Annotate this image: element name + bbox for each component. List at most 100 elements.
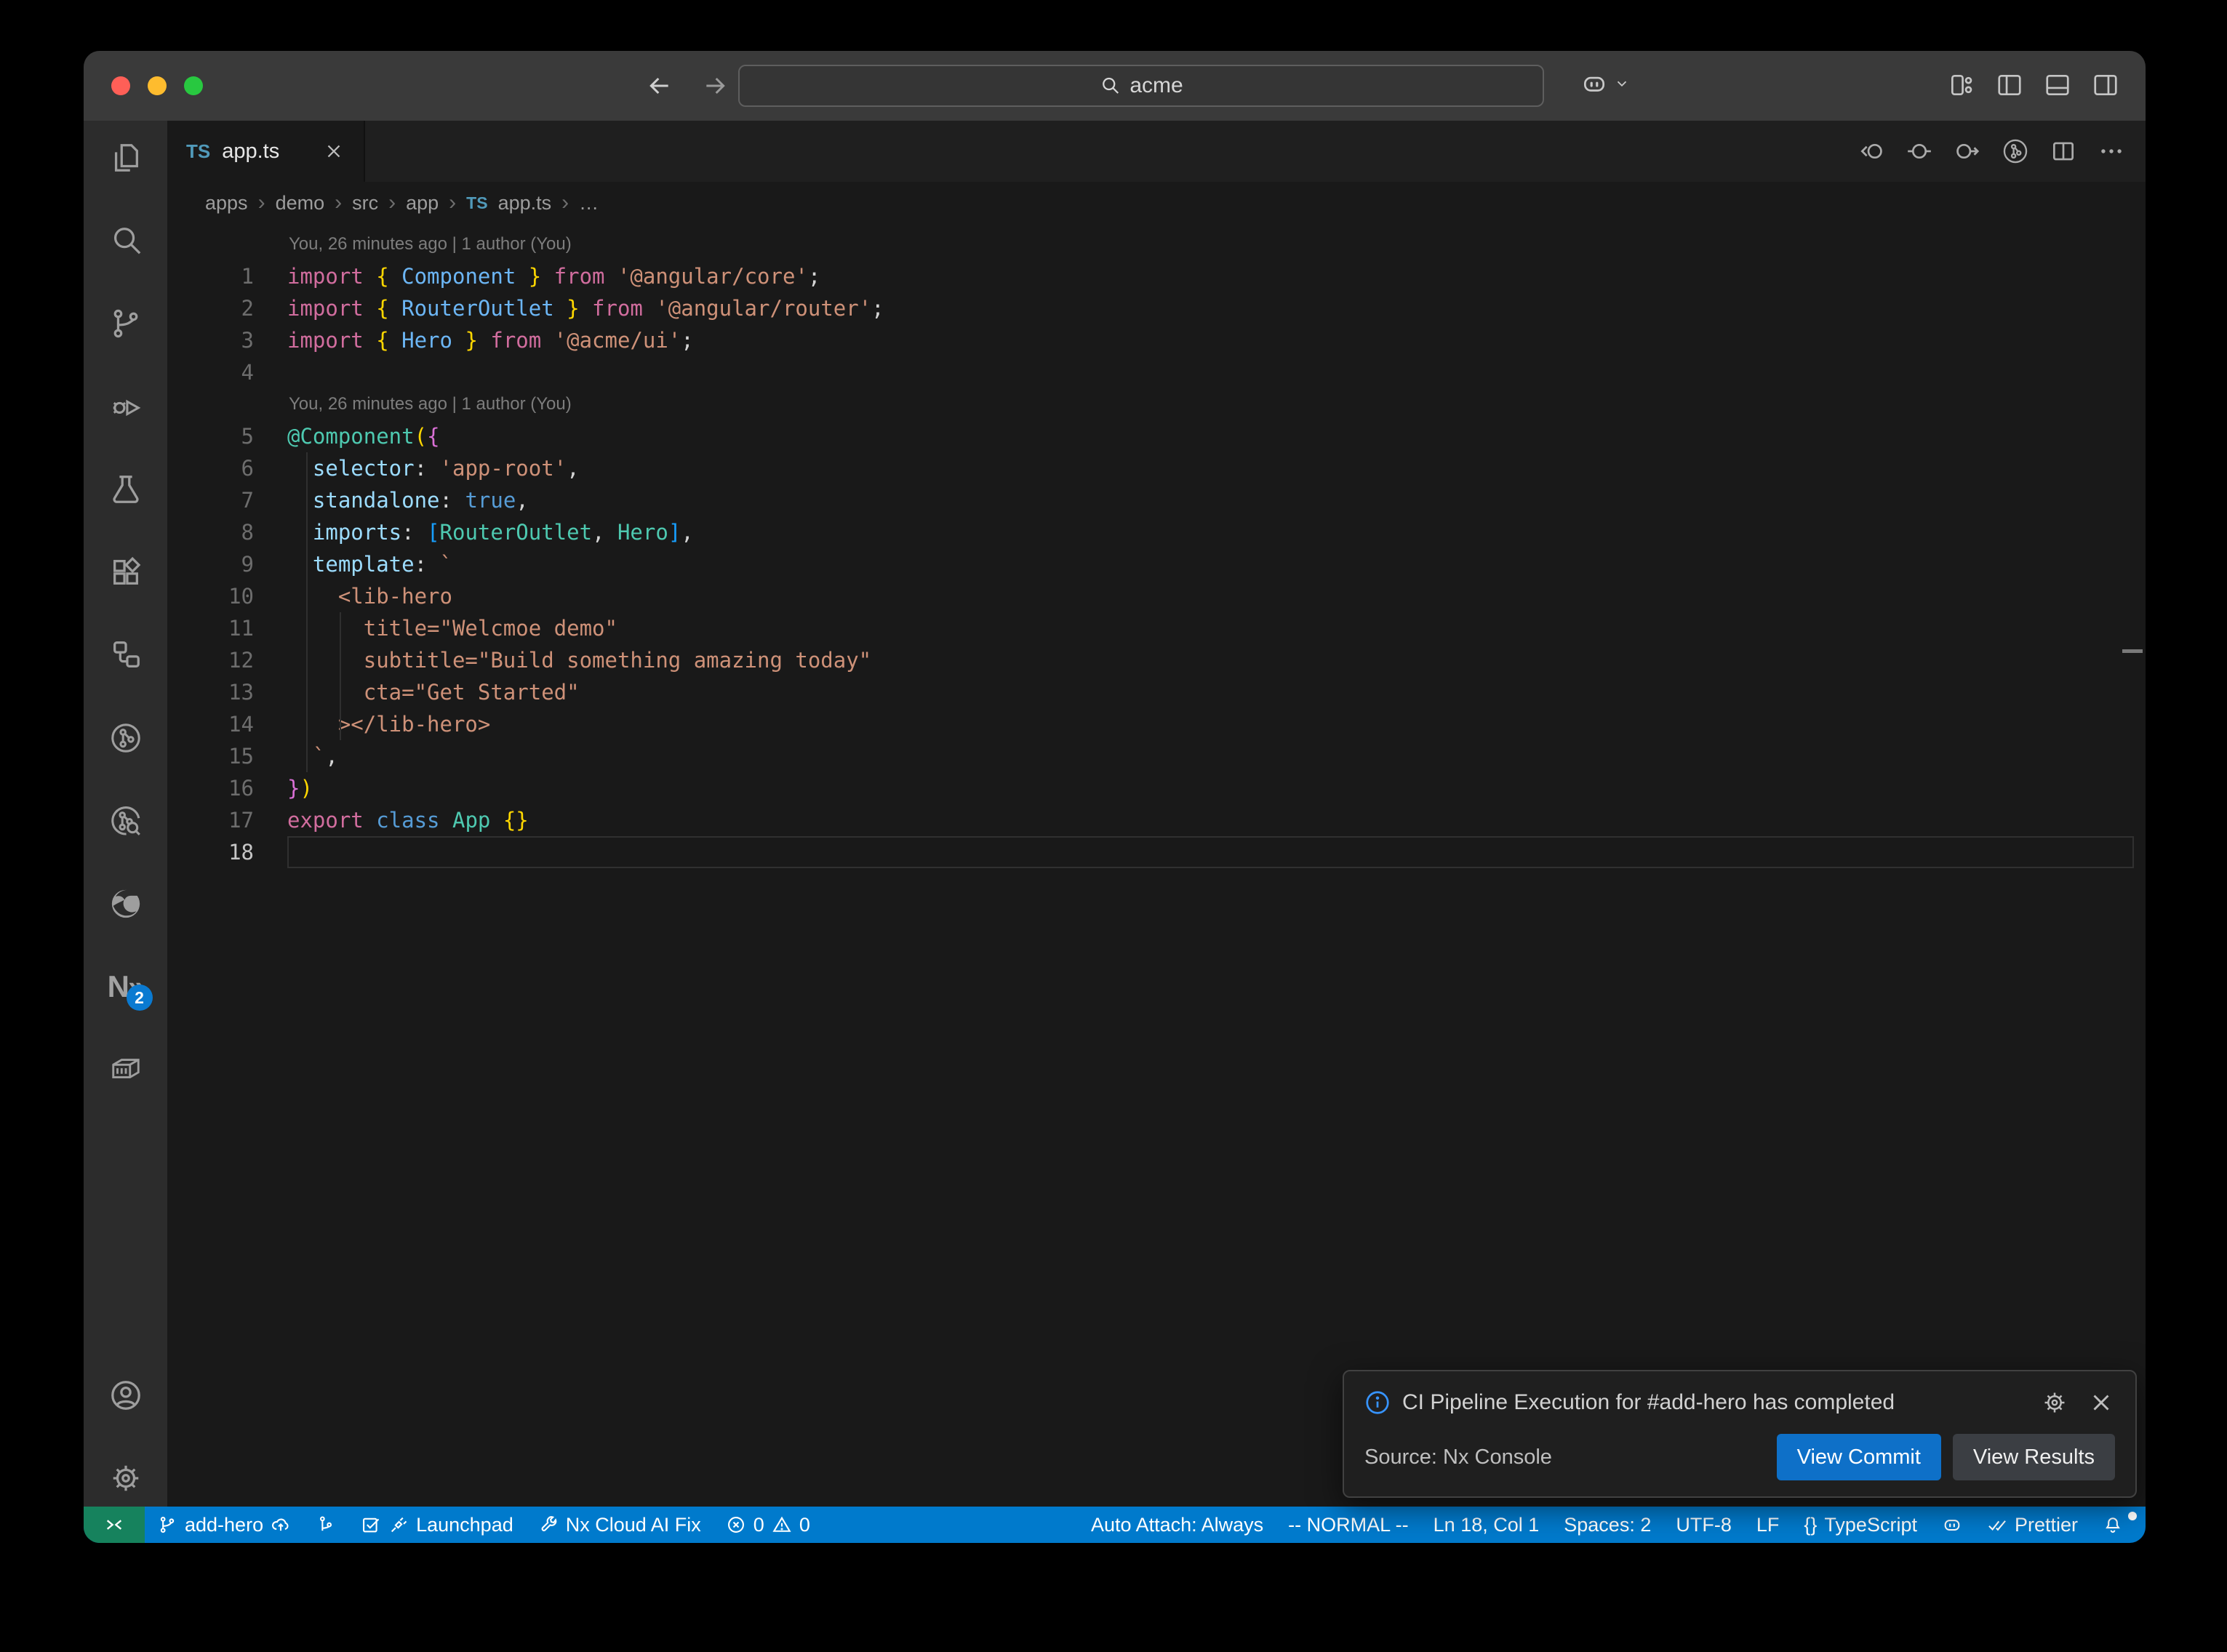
- settings-button[interactable]: [109, 1461, 143, 1495]
- sidebar-item-containers[interactable]: [109, 1053, 143, 1086]
- minimize-window-button[interactable]: [148, 76, 167, 95]
- breadcrumb-item[interactable]: apps: [205, 192, 248, 214]
- branch-status-item[interactable]: add-hero: [145, 1514, 303, 1536]
- remote-icon: [104, 1515, 124, 1535]
- sidebar-item-source-control[interactable]: [109, 307, 143, 340]
- history-current-icon[interactable]: [1906, 137, 1933, 165]
- code-line[interactable]: 8 imports: [RouterOutlet, Hero],: [167, 516, 2146, 548]
- toggle-primary-sidebar-icon[interactable]: [1996, 71, 2023, 99]
- sidebar-item-testing[interactable]: [109, 473, 143, 506]
- sidebar-item-edge-devtools[interactable]: [109, 887, 143, 921]
- copilot-icon: [1942, 1515, 1962, 1535]
- sidebar-item-extensions[interactable]: [109, 556, 143, 589]
- code-line[interactable]: 13 cta="Get Started": [167, 676, 2146, 708]
- indent-guide: [306, 740, 308, 772]
- code-line[interactable]: 7 standalone: true,: [167, 484, 2146, 516]
- copilot-menu[interactable]: [1580, 70, 1630, 97]
- auto-attach-status-item[interactable]: Auto Attach: Always: [1079, 1514, 1276, 1536]
- code-line[interactable]: 4: [167, 356, 2146, 388]
- history-forward-icon[interactable]: [1954, 137, 1981, 165]
- line-number: 3: [167, 324, 287, 356]
- code-line[interactable]: 18: [167, 836, 2146, 868]
- graph-status-item[interactable]: [303, 1515, 348, 1535]
- code-line[interactable]: 9 template: `: [167, 548, 2146, 580]
- split-editor-icon[interactable]: [2050, 137, 2077, 165]
- customize-layout-icon[interactable]: [1948, 71, 1975, 99]
- remote-indicator[interactable]: [84, 1507, 145, 1543]
- indentation-status-item[interactable]: Spaces: 2: [1551, 1514, 1663, 1536]
- zoom-window-button[interactable]: [184, 76, 203, 95]
- chevron-right-icon: ›: [561, 191, 569, 215]
- beaker-icon: [109, 473, 143, 506]
- view-results-button[interactable]: View Results: [1953, 1434, 2115, 1480]
- account-icon: [109, 1379, 143, 1412]
- breadcrumb-file[interactable]: app.ts: [498, 192, 552, 214]
- tab-label: app.ts: [222, 140, 279, 164]
- line-number: 12: [167, 644, 287, 676]
- close-icon[interactable]: [2087, 1389, 2115, 1416]
- code-line[interactable]: 17export class App {}: [167, 804, 2146, 836]
- formatter-status-item[interactable]: Prettier: [1975, 1514, 2090, 1536]
- code-line[interactable]: 6 selector: 'app-root',: [167, 452, 2146, 484]
- sidebar-item-commit-graph[interactable]: [109, 721, 143, 755]
- account-button[interactable]: [109, 1379, 143, 1412]
- sidebar-item-nx-console[interactable]: N» 2: [109, 970, 143, 1003]
- code-line[interactable]: 12 subtitle="Build something amazing tod…: [167, 644, 2146, 676]
- problems-status-item[interactable]: 0 0: [713, 1514, 823, 1536]
- view-commit-button[interactable]: View Commit: [1777, 1434, 1941, 1480]
- navigate-back-icon[interactable]: [645, 71, 674, 100]
- toggle-secondary-sidebar-icon[interactable]: [2092, 71, 2119, 99]
- typescript-file-icon: TS: [186, 140, 210, 163]
- code-line[interactable]: 5@Component({: [167, 420, 2146, 452]
- traffic-lights: [111, 76, 203, 95]
- bell-icon: [2103, 1515, 2123, 1535]
- line-number: 17: [167, 804, 287, 836]
- navigate-forward-icon[interactable]: [700, 71, 729, 100]
- sidebar-item-project-graph[interactable]: [109, 638, 143, 672]
- cursor-position-status-item[interactable]: Ln 18, Col 1: [1421, 1514, 1552, 1536]
- gear-icon: [109, 1461, 143, 1495]
- code-line[interactable]: 16}): [167, 772, 2146, 804]
- code-line[interactable]: 10 <lib-hero: [167, 580, 2146, 612]
- braces-icon: {}: [1804, 1514, 1817, 1536]
- breadcrumb-symbol[interactable]: …: [579, 192, 599, 214]
- eol-status-item[interactable]: LF: [1744, 1514, 1792, 1536]
- language-status-item[interactable]: {} TypeScript: [1791, 1514, 1930, 1536]
- close-window-button[interactable]: [111, 76, 130, 95]
- more-actions-icon[interactable]: [2098, 137, 2125, 165]
- close-tab-icon[interactable]: [323, 140, 345, 162]
- code-line[interactable]: 1import { Component } from '@angular/cor…: [167, 260, 2146, 292]
- notifications-status-item[interactable]: [2090, 1515, 2135, 1535]
- git-branch-icon: [157, 1515, 177, 1535]
- nx-cloud-status-item[interactable]: Nx Cloud AI Fix: [526, 1514, 713, 1536]
- extensions-icon: [109, 556, 143, 589]
- copilot-status-item[interactable]: [1930, 1515, 1975, 1535]
- code-line[interactable]: 11 title="Welcmoe demo": [167, 612, 2146, 644]
- toggle-panel-icon[interactable]: [2044, 71, 2071, 99]
- command-center-search[interactable]: acme: [738, 65, 1544, 107]
- code-editor[interactable]: You, 26 minutes ago | 1 author (You)1imp…: [167, 224, 2146, 1507]
- sidebar-item-search[interactable]: [109, 224, 143, 257]
- code-line[interactable]: 14 ></lib-hero>: [167, 708, 2146, 740]
- breadcrumb-item[interactable]: app: [406, 192, 439, 214]
- history-back-icon[interactable]: [1858, 137, 1885, 165]
- sidebar-item-run-debug[interactable]: [109, 390, 143, 423]
- code-line[interactable]: 2import { RouterOutlet } from '@angular/…: [167, 292, 2146, 324]
- publish-cloud-icon: [271, 1515, 291, 1535]
- code-line[interactable]: 3import { Hero } from '@acme/ui';: [167, 324, 2146, 356]
- commit-graph-icon[interactable]: [2002, 137, 2029, 165]
- indent-guide: [306, 516, 308, 548]
- vim-mode-status-item[interactable]: -- NORMAL --: [1276, 1514, 1420, 1536]
- launchpad-status-item[interactable]: Launchpad: [348, 1514, 526, 1536]
- warning-icon: [772, 1515, 792, 1535]
- activity-bar: N» 2: [84, 121, 167, 1507]
- breadcrumb-item[interactable]: demo: [276, 192, 325, 214]
- breadcrumb: apps › demo › src › app › TS app.ts › …: [167, 182, 2146, 224]
- encoding-status-item[interactable]: UTF-8: [1663, 1514, 1744, 1536]
- notification-settings-gear-icon[interactable]: [2041, 1389, 2068, 1416]
- code-line[interactable]: 15 `,: [167, 740, 2146, 772]
- sidebar-item-search-commits[interactable]: [109, 804, 143, 838]
- tab-app-ts[interactable]: TS app.ts: [167, 121, 365, 182]
- breadcrumb-item[interactable]: src: [352, 192, 378, 214]
- sidebar-item-explorer[interactable]: [109, 141, 143, 175]
